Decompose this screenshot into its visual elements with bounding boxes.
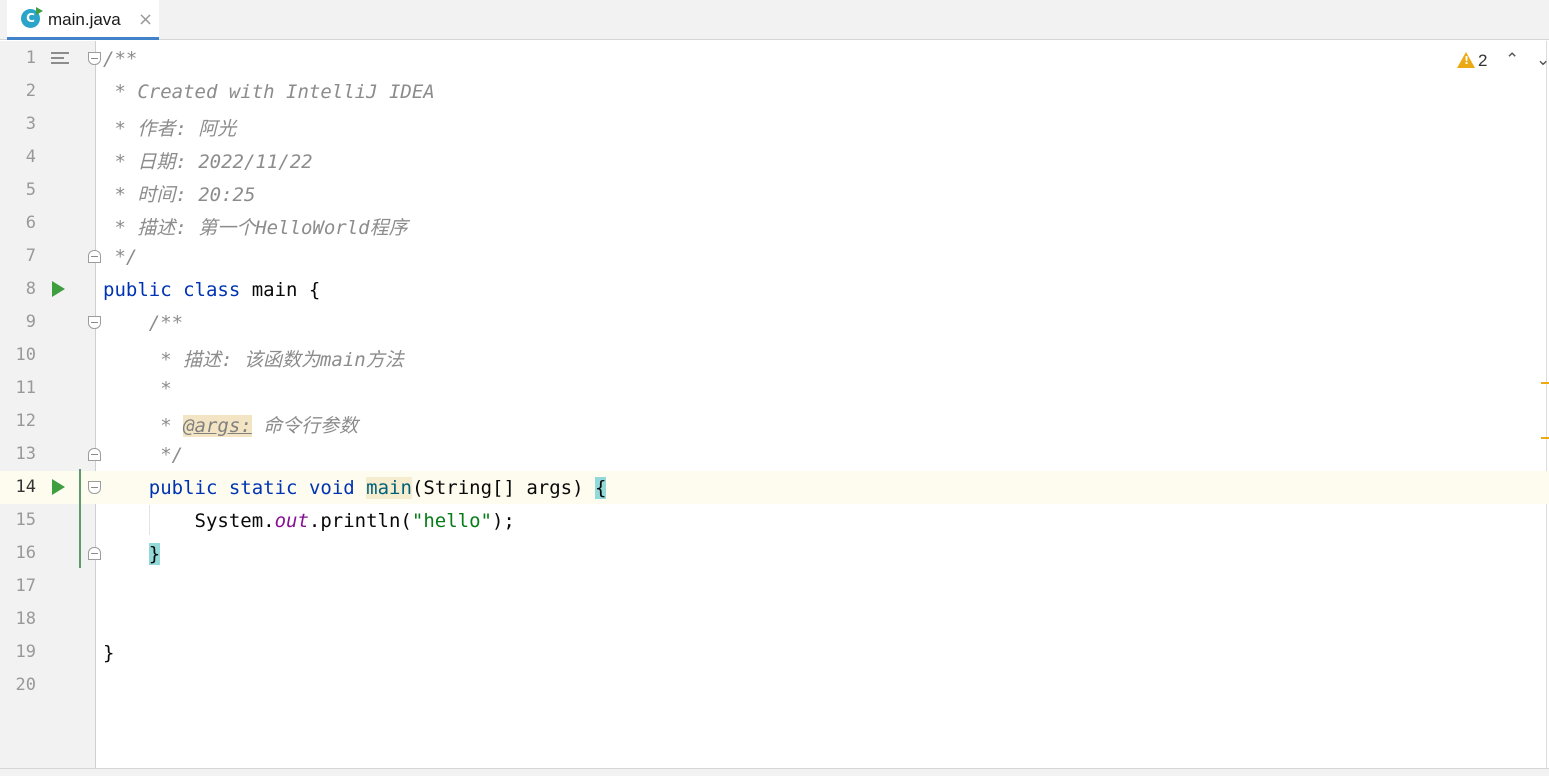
fold-marker-icon[interactable] [88, 547, 101, 560]
line-number: 18 [15, 609, 36, 629]
code-line[interactable]: 19 } [0, 636, 1549, 669]
editor-tab-bar: C main.java × [0, 0, 1549, 40]
code-line[interactable]: 13 */ [0, 438, 1549, 471]
line-number: 2 [25, 81, 36, 101]
fold-marker-icon[interactable] [88, 481, 101, 494]
code-line[interactable]: 10 * 描述: 该函数为main方法 [0, 339, 1549, 372]
line-number: 14 [15, 477, 36, 497]
line-number: 7 [25, 246, 36, 266]
code-line[interactable]: 11 * [0, 372, 1549, 405]
line-number: 20 [15, 675, 36, 695]
code-text: * [103, 378, 172, 400]
line-number: 12 [15, 411, 36, 431]
line-number: 9 [25, 312, 36, 332]
code-text: */ [103, 246, 138, 268]
warning-stripe-marker[interactable] [1541, 382, 1549, 384]
line-number: 11 [15, 378, 36, 398]
code-text: */ [103, 444, 184, 466]
next-highlight-icon[interactable]: ⌄ [1536, 50, 1549, 70]
javadoc-tag: @args: [183, 415, 252, 437]
line-number: 15 [15, 510, 36, 530]
warning-stripe-marker[interactable] [1541, 437, 1549, 439]
code-line-current[interactable]: 14 public static void main(String[] args… [0, 471, 1549, 504]
code-text: * 日期: 2022/11/22 [103, 151, 313, 173]
code-text: /** [103, 48, 138, 70]
code-line[interactable]: 9 /** [0, 306, 1549, 339]
line-number: 3 [25, 114, 36, 134]
brace-match: } [148, 543, 161, 565]
line-number: 6 [25, 213, 36, 233]
code-text: * 描述: 第一个HelloWorld程序 [103, 217, 408, 239]
code-line[interactable]: 7 */ [0, 240, 1549, 273]
structure-icon[interactable] [51, 52, 69, 66]
code-line[interactable]: 17 [0, 570, 1549, 603]
code-line[interactable]: 20 [0, 669, 1549, 702]
code-line[interactable]: 12 * @args: 命令行参数 [0, 405, 1549, 438]
indent-guide [149, 505, 150, 535]
line-number: 8 [25, 279, 36, 299]
code-text: * 作者: 阿光 [103, 118, 237, 140]
line-number: 1 [25, 48, 36, 68]
code-text: * Created with IntelliJ IDEA [103, 81, 435, 103]
fold-marker-icon[interactable] [88, 52, 101, 65]
runnable-mark-icon [36, 7, 43, 15]
vcs-change-marker[interactable] [79, 469, 81, 568]
code-line[interactable]: 3 * 作者: 阿光 [0, 108, 1549, 141]
line-number: 10 [15, 345, 36, 365]
code-line[interactable]: 2 * Created with IntelliJ IDEA [0, 75, 1549, 108]
previous-highlight-icon[interactable]: ⌃ [1505, 50, 1519, 70]
code-line[interactable]: 8 public class main { [0, 273, 1549, 306]
code-line[interactable]: 16 } [0, 537, 1549, 570]
fold-marker-icon[interactable] [88, 448, 101, 461]
code-line[interactable]: 15 System.out.println("hello"); [0, 504, 1549, 537]
active-tab-indicator [7, 37, 159, 40]
warning-count: 2 [1478, 51, 1488, 70]
line-number: 5 [25, 180, 36, 200]
code-line[interactable]: 5 * 时间: 20:25 [0, 174, 1549, 207]
tab-label: main.java [48, 10, 121, 29]
code-text: /** [103, 312, 184, 334]
code-text: * @args: 命令行参数 [103, 415, 359, 437]
code-text: * 描述: 该函数为main方法 [103, 349, 404, 371]
java-class-icon: C [21, 7, 43, 28]
line-number: 13 [15, 444, 36, 464]
code-text: System.out.println("hello"); [103, 510, 515, 532]
method-name: main [366, 477, 412, 499]
close-icon[interactable]: × [138, 9, 153, 30]
brace-match: { [594, 477, 607, 499]
fold-marker-icon[interactable] [88, 250, 101, 263]
code-line[interactable]: 4 * 日期: 2022/11/22 [0, 141, 1549, 174]
line-number: 16 [15, 543, 36, 563]
code-text: public static void main(String[] args) { [148, 477, 607, 499]
code-line[interactable]: 1 /** [0, 42, 1549, 75]
code-text: * 时间: 20:25 [103, 184, 256, 206]
line-number: 17 [15, 576, 36, 596]
line-number: 19 [15, 642, 36, 662]
fold-marker-icon[interactable] [88, 316, 101, 329]
run-class-icon[interactable] [52, 281, 65, 297]
code-line[interactable]: 6 * 描述: 第一个HelloWorld程序 [0, 207, 1549, 240]
code-text: } [103, 642, 115, 664]
tab-main-java[interactable]: C main.java × [7, 0, 159, 40]
run-method-icon[interactable] [52, 479, 65, 495]
code-line[interactable]: 18 [0, 603, 1549, 636]
code-text: public class main { [103, 279, 321, 301]
warning-icon: ! [1457, 52, 1475, 68]
code-text: } [103, 543, 161, 565]
line-number: 4 [25, 147, 36, 167]
